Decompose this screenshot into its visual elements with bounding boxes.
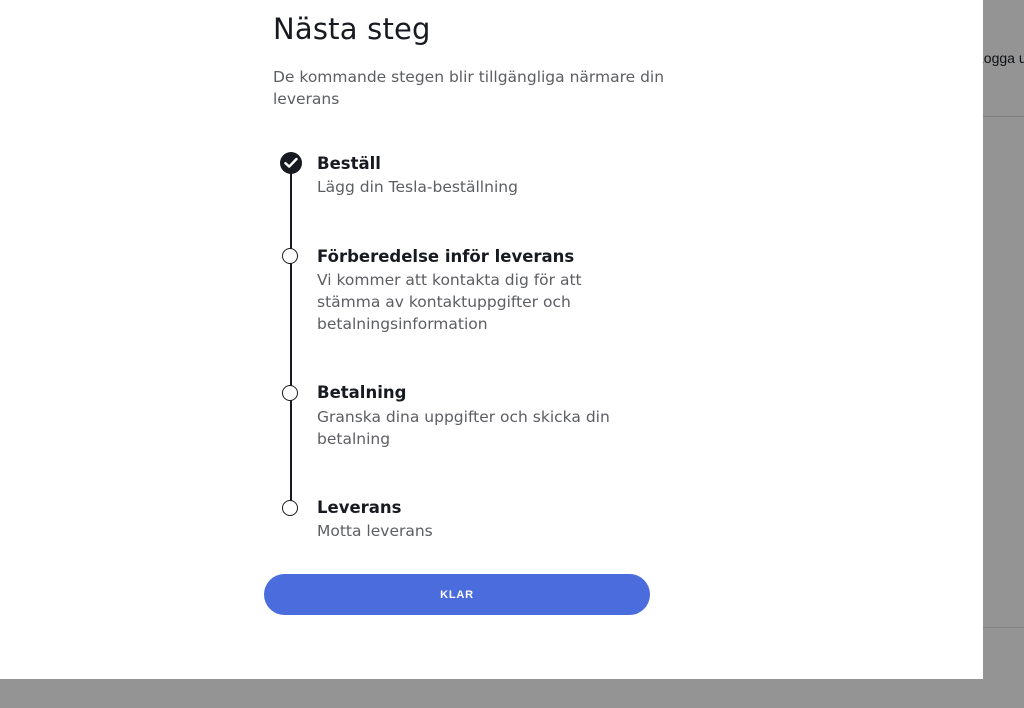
step-description-delivery: Motta leverans: [317, 522, 433, 540]
step-description-delivery-prep: Vi kommer att kontakta dig för att stämm…: [317, 271, 582, 333]
done-button[interactable]: KLAR: [264, 574, 650, 615]
timeline-line: [290, 163, 292, 508]
step-description-payment: Granska dina uppgifter och skicka din be…: [317, 408, 610, 448]
step-title-delivery-prep: Förberedelse inför leverans: [317, 247, 575, 266]
empty-circle-icon: [282, 385, 298, 401]
step-title-payment: Betalning: [317, 383, 407, 402]
checkmark-circle-icon: [280, 152, 302, 174]
modal-title: Nästa steg: [273, 12, 431, 46]
empty-circle-icon: [282, 248, 298, 264]
modal-subtitle: De kommande stegen blir tillgängliga när…: [273, 68, 665, 108]
step-title-order: Beställ: [317, 154, 381, 173]
empty-circle-icon: [282, 500, 298, 516]
step-description-order: Lägg din Tesla-beställning: [317, 178, 518, 196]
step-title-delivery: Leverans: [317, 498, 402, 517]
next-steps-modal: Nästa steg De kommande stegen blir tillg…: [0, 0, 983, 679]
